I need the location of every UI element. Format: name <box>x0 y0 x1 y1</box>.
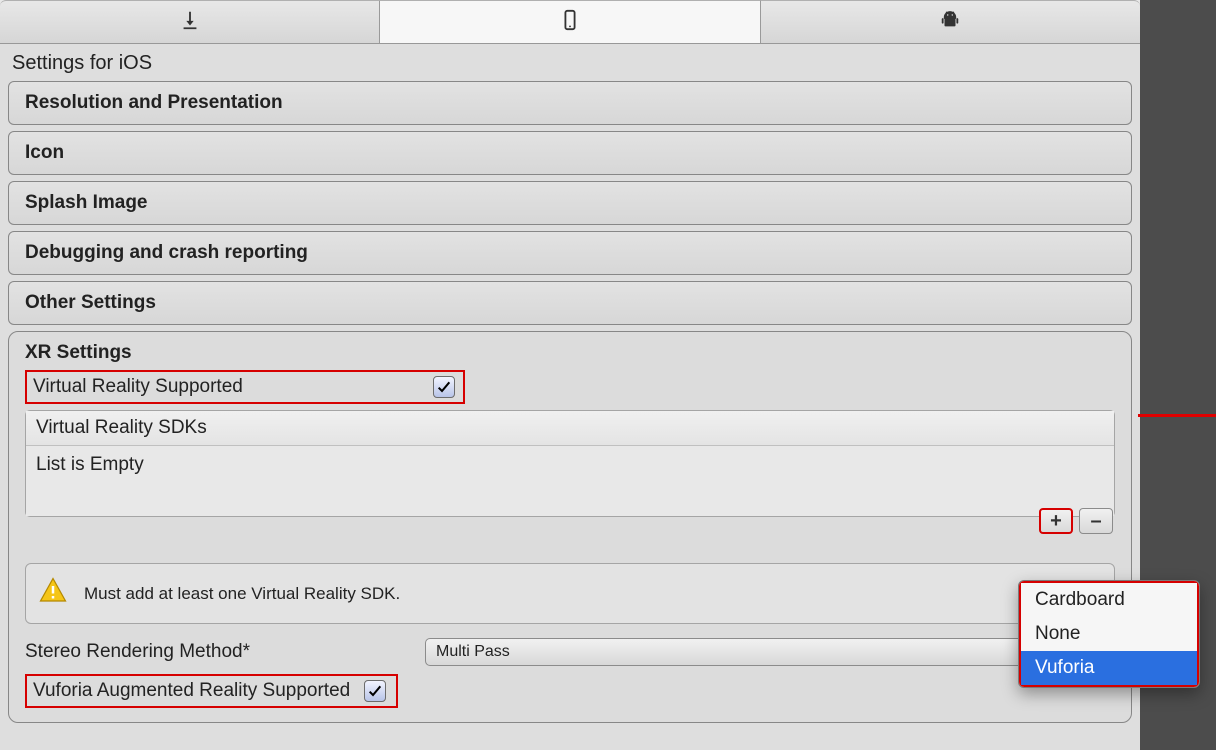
section-splash[interactable]: Splash Image <box>8 181 1132 225</box>
section-other[interactable]: Other Settings <box>8 281 1132 325</box>
warning-icon <box>38 576 68 611</box>
stereo-rendering-dropdown[interactable]: Multi Pass <box>425 638 1115 666</box>
sdk-popup-menu: Cardboard None Vuforia <box>1018 580 1200 688</box>
vr-sdk-list-empty: List is Empty <box>26 446 1114 516</box>
tab-android[interactable] <box>761 0 1140 43</box>
section-resolution[interactable]: Resolution and Presentation <box>8 81 1132 125</box>
popup-item-vuforia[interactable]: Vuforia <box>1021 651 1197 685</box>
vr-sdk-list: Virtual Reality SDKs List is Empty <box>25 410 1115 517</box>
annotation-red-line <box>1138 414 1216 417</box>
vr-supported-label: Virtual Reality Supported <box>33 376 243 398</box>
popup-item-cardboard[interactable]: Cardboard <box>1021 583 1197 617</box>
vuforia-ar-row: Vuforia Augmented Reality Supported <box>25 674 398 708</box>
vr-supported-row: Virtual Reality Supported <box>25 370 465 404</box>
stereo-rendering-label: Stereo Rendering Method* <box>25 641 425 663</box>
plus-icon: + <box>1050 511 1062 531</box>
vr-supported-checkbox[interactable] <box>433 376 455 398</box>
xr-settings-title: XR Settings <box>25 342 1115 364</box>
android-icon <box>939 7 961 38</box>
stereo-rendering-value: Multi Pass <box>436 643 510 661</box>
vuforia-ar-label: Vuforia Augmented Reality Supported <box>33 680 350 702</box>
minus-icon: – <box>1090 511 1101 531</box>
vr-sdk-warning-text: Must add at least one Virtual Reality SD… <box>84 584 400 604</box>
popup-item-none[interactable]: None <box>1021 617 1197 651</box>
section-icon[interactable]: Icon <box>8 131 1132 175</box>
vr-sdk-warning: Must add at least one Virtual Reality SD… <box>25 563 1115 624</box>
add-sdk-button[interactable]: + <box>1039 508 1073 534</box>
tab-standalone[interactable] <box>0 0 380 43</box>
section-xr-settings: XR Settings Virtual Reality Supported Vi… <box>8 331 1132 723</box>
stereo-rendering-row: Stereo Rendering Method* Multi Pass <box>25 638 1115 666</box>
vr-sdk-list-header: Virtual Reality SDKs <box>26 411 1114 446</box>
download-icon <box>179 7 201 38</box>
vuforia-ar-checkbox[interactable] <box>364 680 386 702</box>
section-debug[interactable]: Debugging and crash reporting <box>8 231 1132 275</box>
inspector-panel: Settings for iOS Resolution and Presenta… <box>0 0 1140 750</box>
platform-tabs <box>0 0 1140 44</box>
sdk-add-remove-buttons: + – <box>1039 508 1113 534</box>
remove-sdk-button[interactable]: – <box>1079 508 1113 534</box>
tab-ios[interactable] <box>380 0 760 43</box>
settings-heading: Settings for iOS <box>0 44 1140 81</box>
phone-icon <box>559 7 581 38</box>
